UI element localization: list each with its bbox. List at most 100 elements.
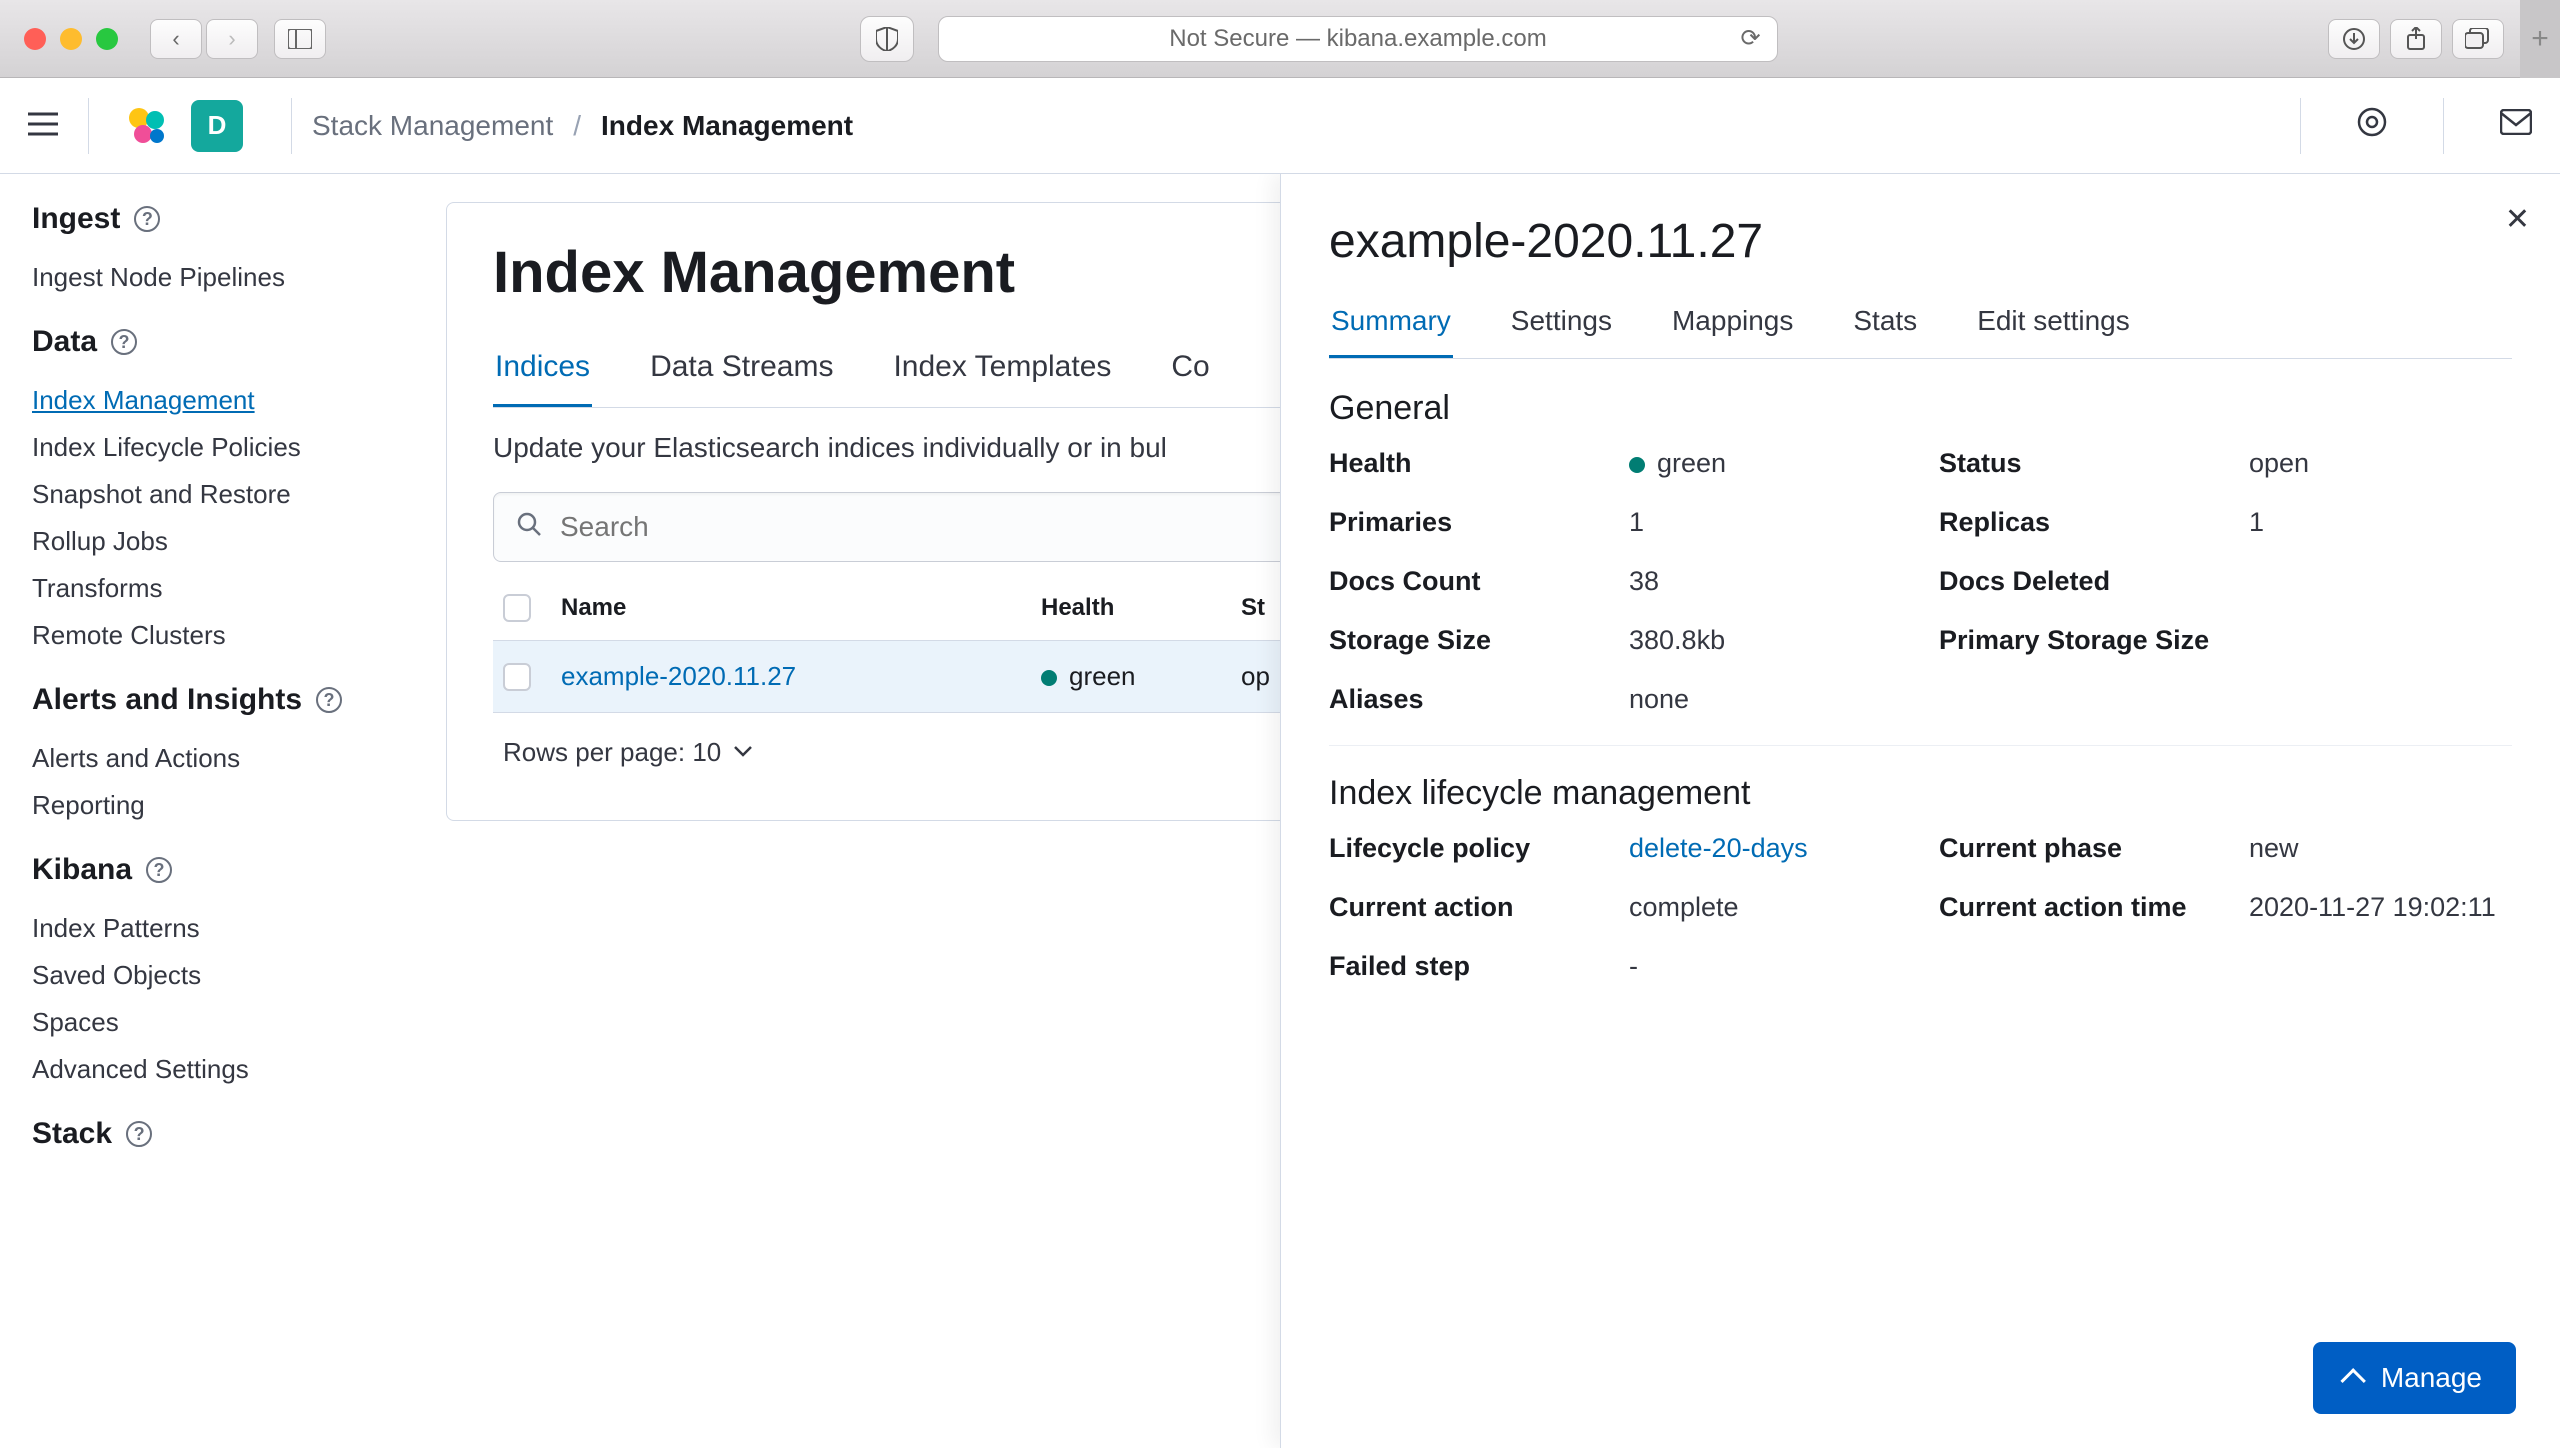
- value-docs-deleted: [2249, 566, 2512, 597]
- divider: [2443, 98, 2444, 154]
- sidebar-item[interactable]: Remote Clusters: [32, 612, 386, 659]
- label-docs-count: Docs Count: [1329, 566, 1619, 597]
- value-primaries: 1: [1629, 507, 1929, 538]
- ilm-grid: Lifecycle policy delete-20-days Current …: [1329, 833, 2512, 982]
- sidebar-item[interactable]: Saved Objects: [32, 952, 386, 999]
- label-status: Status: [1939, 448, 2239, 479]
- help-icon[interactable]: ?: [111, 329, 137, 355]
- value-current-action-time: 2020-11-27 19:02:11: [2249, 892, 2512, 923]
- sidebar-item[interactable]: Index Patterns: [32, 905, 386, 952]
- value-primary-storage: [2249, 625, 2512, 656]
- sidebar-group-title: Kibana?: [32, 853, 386, 887]
- sidebar-item[interactable]: Advanced Settings: [32, 1046, 386, 1093]
- search-icon: [516, 511, 542, 544]
- help-icon[interactable]: ?: [134, 206, 160, 232]
- share-button[interactable]: [2390, 19, 2442, 59]
- value-status: open: [2249, 448, 2512, 479]
- column-health[interactable]: Health: [1041, 594, 1241, 622]
- sidebar-item[interactable]: Index Lifecycle Policies: [32, 424, 386, 471]
- space-initial: D: [208, 110, 227, 141]
- tab[interactable]: Data Streams: [648, 336, 835, 407]
- sidebar-toggle-button[interactable]: [274, 19, 326, 59]
- chevron-up-icon: [2340, 1368, 2365, 1393]
- label-lifecycle-policy: Lifecycle policy: [1329, 833, 1619, 864]
- url-bar[interactable]: Not Secure — kibana.example.com ⟳: [938, 16, 1777, 62]
- section-general-title: General: [1329, 389, 2512, 428]
- sidebar-group-title: Stack?: [32, 1117, 386, 1151]
- value-replicas: 1: [2249, 507, 2512, 538]
- sidebar-item[interactable]: Alerts and Actions: [32, 735, 386, 782]
- sidebar-group-title: Alerts and Insights?: [32, 683, 386, 717]
- zoom-window-icon[interactable]: [96, 28, 118, 50]
- flyout-tab[interactable]: Settings: [1509, 291, 1614, 358]
- close-window-icon[interactable]: [24, 28, 46, 50]
- section-ilm-title: Index lifecycle management: [1329, 774, 2512, 813]
- sidebar-item[interactable]: Reporting: [32, 782, 386, 829]
- value-current-phase: new: [2249, 833, 2512, 864]
- flyout-tab[interactable]: Stats: [1851, 291, 1919, 358]
- help-icon[interactable]: [2357, 107, 2387, 145]
- elastic-logo-icon[interactable]: [121, 100, 173, 152]
- select-all-checkbox[interactable]: [503, 594, 531, 622]
- sidebar-item[interactable]: Spaces: [32, 999, 386, 1046]
- tab[interactable]: Index Templates: [891, 336, 1113, 407]
- health-dot-icon: [1041, 670, 1057, 686]
- sidebar-group-title: Ingest?: [32, 202, 386, 236]
- sidebar-item[interactable]: Transforms: [32, 565, 386, 612]
- label-aliases: Aliases: [1329, 684, 1619, 715]
- help-icon[interactable]: ?: [316, 687, 342, 713]
- privacy-shield-button[interactable]: [860, 16, 914, 62]
- flyout-tab[interactable]: Mappings: [1670, 291, 1795, 358]
- flyout-tabs: Summary Settings Mappings Stats Edit setting…: [1329, 291, 2512, 359]
- help-icon[interactable]: ?: [126, 1121, 152, 1147]
- reload-icon[interactable]: ⟳: [1741, 24, 1761, 53]
- menu-button[interactable]: [28, 107, 68, 144]
- flyout-tab[interactable]: Edit settings: [1975, 291, 2132, 358]
- minimize-window-icon[interactable]: [60, 28, 82, 50]
- label-primary-storage: Primary Storage Size: [1939, 625, 2239, 656]
- value-lifecycle-policy[interactable]: delete-20-days: [1629, 833, 1929, 864]
- divider: [1329, 745, 2512, 746]
- tabs-button[interactable]: [2452, 19, 2504, 59]
- window-controls: [24, 28, 118, 50]
- row-health: green: [1041, 661, 1241, 692]
- forward-button[interactable]: ›: [206, 19, 258, 59]
- breadcrumb-parent[interactable]: Stack Management: [312, 110, 553, 142]
- pager-label: Rows per page: 10: [503, 737, 721, 768]
- health-dot-icon: [1629, 457, 1645, 473]
- back-button[interactable]: ‹: [150, 19, 202, 59]
- newsfeed-icon[interactable]: [2500, 109, 2532, 143]
- downloads-button[interactable]: [2328, 19, 2380, 59]
- tab[interactable]: Indices: [493, 336, 592, 407]
- manage-label: Manage: [2381, 1362, 2482, 1394]
- label-replicas: Replicas: [1939, 507, 2239, 538]
- label-current-phase: Current phase: [1939, 833, 2239, 864]
- sidebar-item[interactable]: Snapshot and Restore: [32, 471, 386, 518]
- sidebar-item[interactable]: Ingest Node Pipelines: [32, 254, 386, 301]
- manage-button[interactable]: Manage: [2313, 1342, 2516, 1414]
- divider: [2300, 98, 2301, 154]
- value-failed-step: -: [1629, 951, 1929, 982]
- tab[interactable]: Co: [1169, 336, 1211, 407]
- sidebar-item[interactable]: Rollup Jobs: [32, 518, 386, 565]
- help-icon[interactable]: ?: [146, 857, 172, 883]
- index-name-link[interactable]: example-2020.11.27: [561, 661, 1041, 692]
- new-tab-button[interactable]: +: [2520, 0, 2560, 78]
- label-failed-step: Failed step: [1329, 951, 1619, 982]
- sidebar: Ingest? Ingest Node Pipelines Data? Index M…: [0, 174, 418, 1448]
- label-current-action-time: Current action time: [1939, 892, 2239, 923]
- column-name[interactable]: Name: [561, 594, 1041, 622]
- label-docs-deleted: Docs Deleted: [1939, 566, 2239, 597]
- value-storage-size: 380.8kb: [1629, 625, 1929, 656]
- value-aliases: none: [1629, 684, 1929, 715]
- sidebar-group-title: Data?: [32, 325, 386, 359]
- flyout-tab[interactable]: Summary: [1329, 291, 1453, 358]
- breadcrumb-separator: /: [573, 110, 581, 142]
- label-current-action: Current action: [1329, 892, 1619, 923]
- content: Index Management IndicesData StreamsInde…: [418, 174, 2560, 1448]
- close-flyout-button[interactable]: ✕: [2505, 202, 2530, 237]
- value-docs-count: 38: [1629, 566, 1929, 597]
- row-checkbox[interactable]: [503, 663, 531, 691]
- space-selector[interactable]: D: [191, 100, 243, 152]
- sidebar-item[interactable]: Index Management: [32, 377, 386, 424]
